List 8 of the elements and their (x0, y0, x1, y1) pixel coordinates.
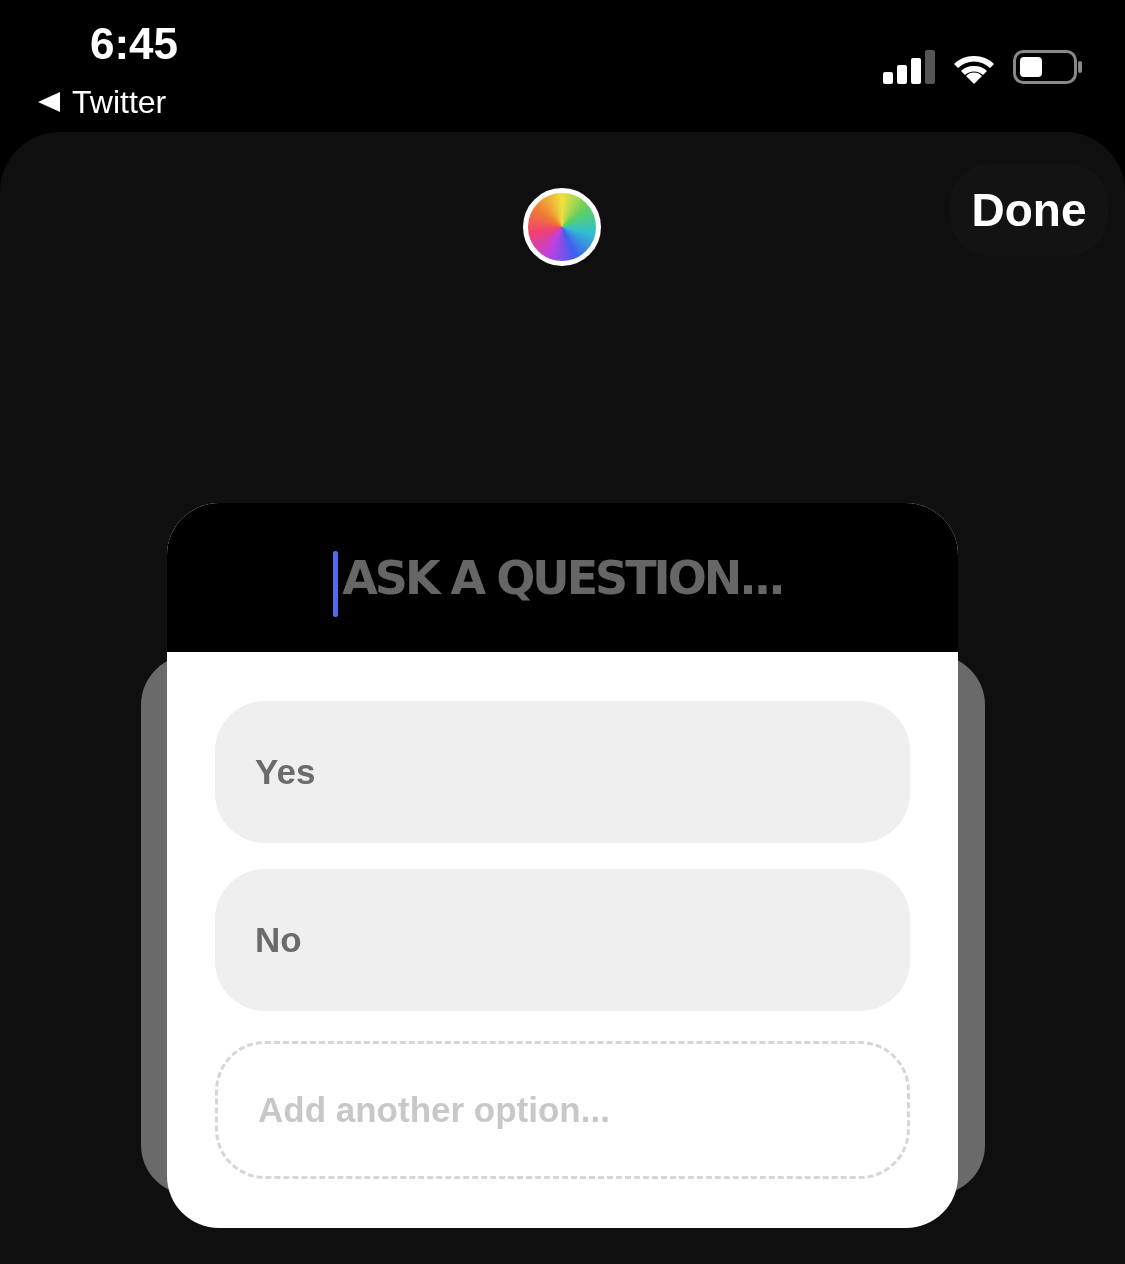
back-link[interactable]: Twitter (72, 86, 167, 118)
option-field[interactable]: No (215, 869, 910, 1011)
option-field[interactable]: Yes (215, 701, 910, 843)
done-button[interactable]: Done (950, 164, 1108, 256)
back-arrow-icon[interactable] (38, 92, 60, 112)
clock-time: 6:45 (90, 22, 179, 66)
battery-icon (1013, 50, 1083, 84)
signal-icon (883, 50, 935, 84)
